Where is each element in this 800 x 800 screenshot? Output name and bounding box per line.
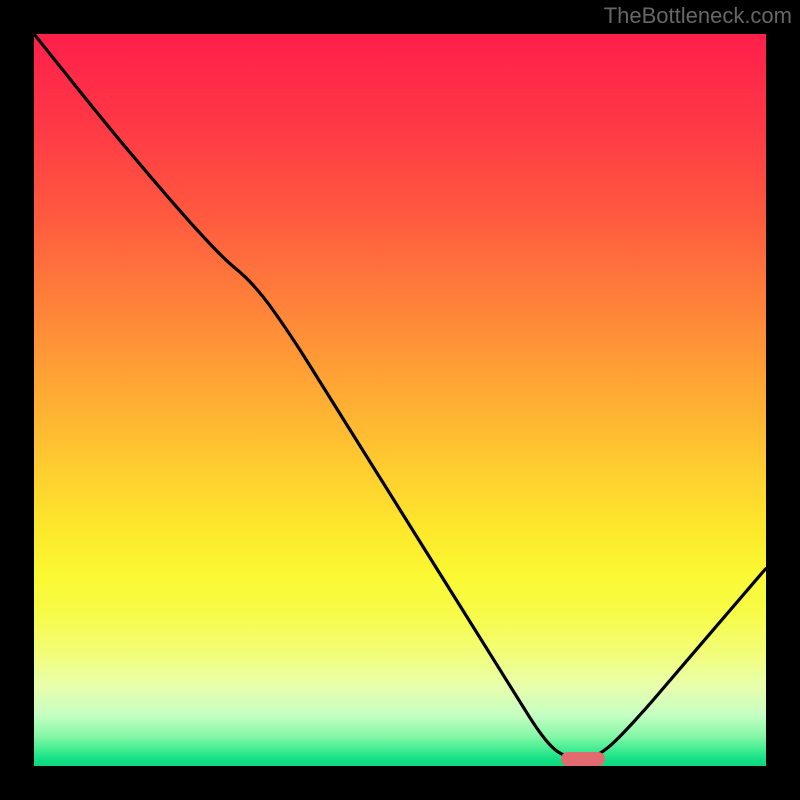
chart-stage: TheBottleneck.com bbox=[0, 0, 800, 800]
chart-curve-svg bbox=[34, 34, 766, 766]
bottleneck-curve-line bbox=[34, 34, 766, 759]
watermark-text: TheBottleneck.com bbox=[604, 3, 792, 29]
chart-plot-area bbox=[34, 34, 766, 766]
optimal-point-marker bbox=[561, 752, 605, 766]
